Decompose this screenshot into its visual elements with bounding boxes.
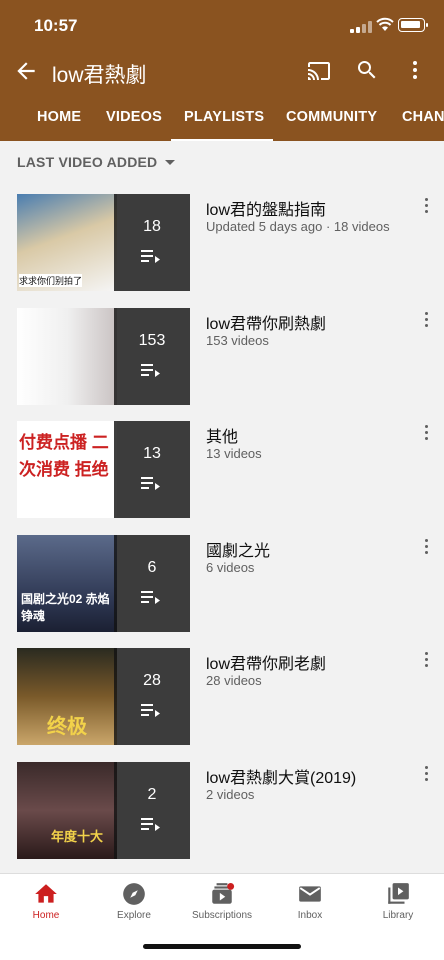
playlist-title[interactable]: low君帶你刷熱劇 (206, 310, 326, 334)
playlist-item[interactable]: 国剧之光02 赤焰铮魂 6 國劇之光 6 videos (0, 535, 444, 635)
playlist-title[interactable]: 其他 (206, 423, 238, 447)
playlist-thumbnail[interactable]: 终极 28 (17, 648, 190, 745)
app-bar: low君熱劇 (0, 52, 444, 92)
thumbnail-image (17, 308, 117, 405)
channel-header: 10:57 low君熱劇 HOME VIDEOS PLAYLISTS COMMU… (0, 0, 444, 141)
playlist-title[interactable]: low君熱劇大賞(2019) (206, 764, 356, 788)
nav-library[interactable]: Library (354, 881, 442, 921)
more-vert-icon[interactable] (422, 652, 432, 668)
battery-icon (398, 18, 428, 32)
thumbnail-caption: 国剧之光02 赤焰铮魂 (21, 592, 110, 623)
thumbnail-image: 终极 (17, 648, 117, 745)
playlist-subtitle: 6 videos (206, 560, 255, 575)
playlist-thumbnail[interactable]: 年度十大 2 (17, 762, 190, 859)
thumbnail-caption: 求求你们别拍了 (19, 274, 83, 287)
playlist-icon (141, 591, 160, 604)
playlist-item[interactable]: 153 low君帶你刷熱劇 153 videos (0, 308, 444, 408)
sort-label: LAST VIDEO ADDED (17, 154, 158, 170)
more-vert-icon[interactable] (422, 312, 432, 328)
video-count: 13 (143, 445, 161, 462)
more-vert-icon[interactable] (403, 58, 427, 82)
playlist-count-overlay: 2 (114, 762, 190, 859)
tab-playlists[interactable]: PLAYLISTS (184, 109, 264, 125)
playlist-item[interactable]: 求求你们别拍了 18 low君的盤點指南 Updated 5 days ago … (0, 194, 444, 294)
playlist-count-overlay: 18 (114, 194, 190, 291)
tab-home[interactable]: HOME (37, 109, 81, 125)
channel-tabs: HOME VIDEOS PLAYLISTS COMMUNITY CHAN (0, 100, 444, 141)
video-count: 6 (147, 559, 157, 576)
playlist-count-overlay: 153 (114, 308, 190, 405)
home-icon (35, 884, 57, 903)
library-icon (388, 883, 409, 904)
more-vert-icon[interactable] (422, 198, 432, 214)
playlist-thumbnail[interactable]: 国剧之光02 赤焰铮魂 6 (17, 535, 190, 632)
nav-inbox[interactable]: Inbox (266, 881, 354, 921)
thumbnail-image: 求求你们别拍了 (17, 194, 117, 291)
nav-label: Subscriptions (191, 910, 253, 921)
active-tab-indicator (171, 139, 273, 141)
video-count: 2 (147, 786, 157, 803)
back-arrow-icon[interactable] (13, 58, 39, 84)
more-vert-icon[interactable] (422, 766, 432, 782)
nav-label: Home (32, 910, 60, 921)
video-count: 28 (143, 672, 161, 689)
nav-label: Library (382, 910, 414, 921)
cast-icon[interactable] (306, 59, 332, 83)
subscriptions-icon (212, 882, 235, 904)
video-count: 18 (143, 218, 161, 235)
playlist-icon (141, 704, 160, 717)
playlist-item[interactable]: 年度十大 2 low君熱劇大賞(2019) 2 videos (0, 762, 444, 862)
inbox-icon (299, 886, 321, 902)
playlist-title[interactable]: 國劇之光 (206, 537, 270, 561)
sort-dropdown[interactable]: LAST VIDEO ADDED (17, 154, 176, 170)
video-count: 153 (138, 332, 166, 349)
nav-label: Explore (117, 910, 151, 921)
thumbnail-image: 年度十大 (17, 762, 117, 859)
playlist-count-overlay: 28 (114, 648, 190, 745)
search-icon[interactable] (355, 58, 379, 82)
nav-label: Inbox (297, 910, 323, 921)
tab-community[interactable]: COMMUNITY (286, 109, 377, 125)
playlist-item[interactable]: 终极 28 low君帶你刷老劇 28 videos (0, 648, 444, 748)
thumbnail-caption: 年度十大 (51, 829, 104, 844)
channel-title: low君熱劇 (52, 64, 147, 87)
playlist-icon (141, 250, 160, 263)
playlist-icon (141, 477, 160, 490)
playlist-subtitle: 2 videos (206, 787, 255, 802)
thumbnail-caption: 终极 (47, 716, 87, 738)
playlist-count-overlay: 13 (114, 421, 190, 518)
thumbnail-image: 付费点播 二次消费 拒绝 (17, 421, 117, 518)
thumbnail-caption: 付费点播 二次消费 拒绝 (19, 433, 109, 479)
playlist-thumbnail[interactable]: 求求你们别拍了 18 (17, 194, 190, 291)
more-vert-icon[interactable] (422, 425, 432, 441)
playlist-count-overlay: 6 (114, 535, 190, 632)
playlist-title[interactable]: low君帶你刷老劇 (206, 650, 326, 674)
tab-channels[interactable]: CHAN (402, 109, 444, 125)
nav-subscriptions[interactable]: Subscriptions (178, 881, 266, 921)
status-time: 10:57 (34, 16, 78, 35)
playlist-icon (141, 818, 160, 831)
playlist-subtitle: 153 videos (206, 333, 269, 348)
signal-icon (350, 21, 372, 33)
explore-icon (123, 883, 145, 905)
home-indicator[interactable] (143, 944, 301, 949)
playlist-thumbnail[interactable]: 153 (17, 308, 190, 405)
playlist-subtitle: 28 videos (206, 673, 262, 688)
caret-down-icon (165, 159, 176, 165)
tab-videos[interactable]: VIDEOS (106, 109, 162, 125)
wifi-icon (376, 17, 394, 31)
playlist-subtitle: 13 videos (206, 446, 262, 461)
nav-home[interactable]: Home (2, 881, 90, 921)
playlist-thumbnail[interactable]: 付费点播 二次消费 拒绝 13 (17, 421, 190, 518)
playlist-item[interactable]: 付费点播 二次消费 拒绝 13 其他 13 videos (0, 421, 444, 521)
playlist-subtitle: Updated 5 days ago · 18 videos (206, 219, 390, 234)
nav-explore[interactable]: Explore (90, 881, 178, 921)
playlist-icon (141, 364, 160, 377)
more-vert-icon[interactable] (422, 539, 432, 555)
playlist-title[interactable]: low君的盤點指南 (206, 196, 326, 220)
status-bar: 10:57 (0, 0, 444, 52)
thumbnail-image: 国剧之光02 赤焰铮魂 (17, 535, 117, 632)
